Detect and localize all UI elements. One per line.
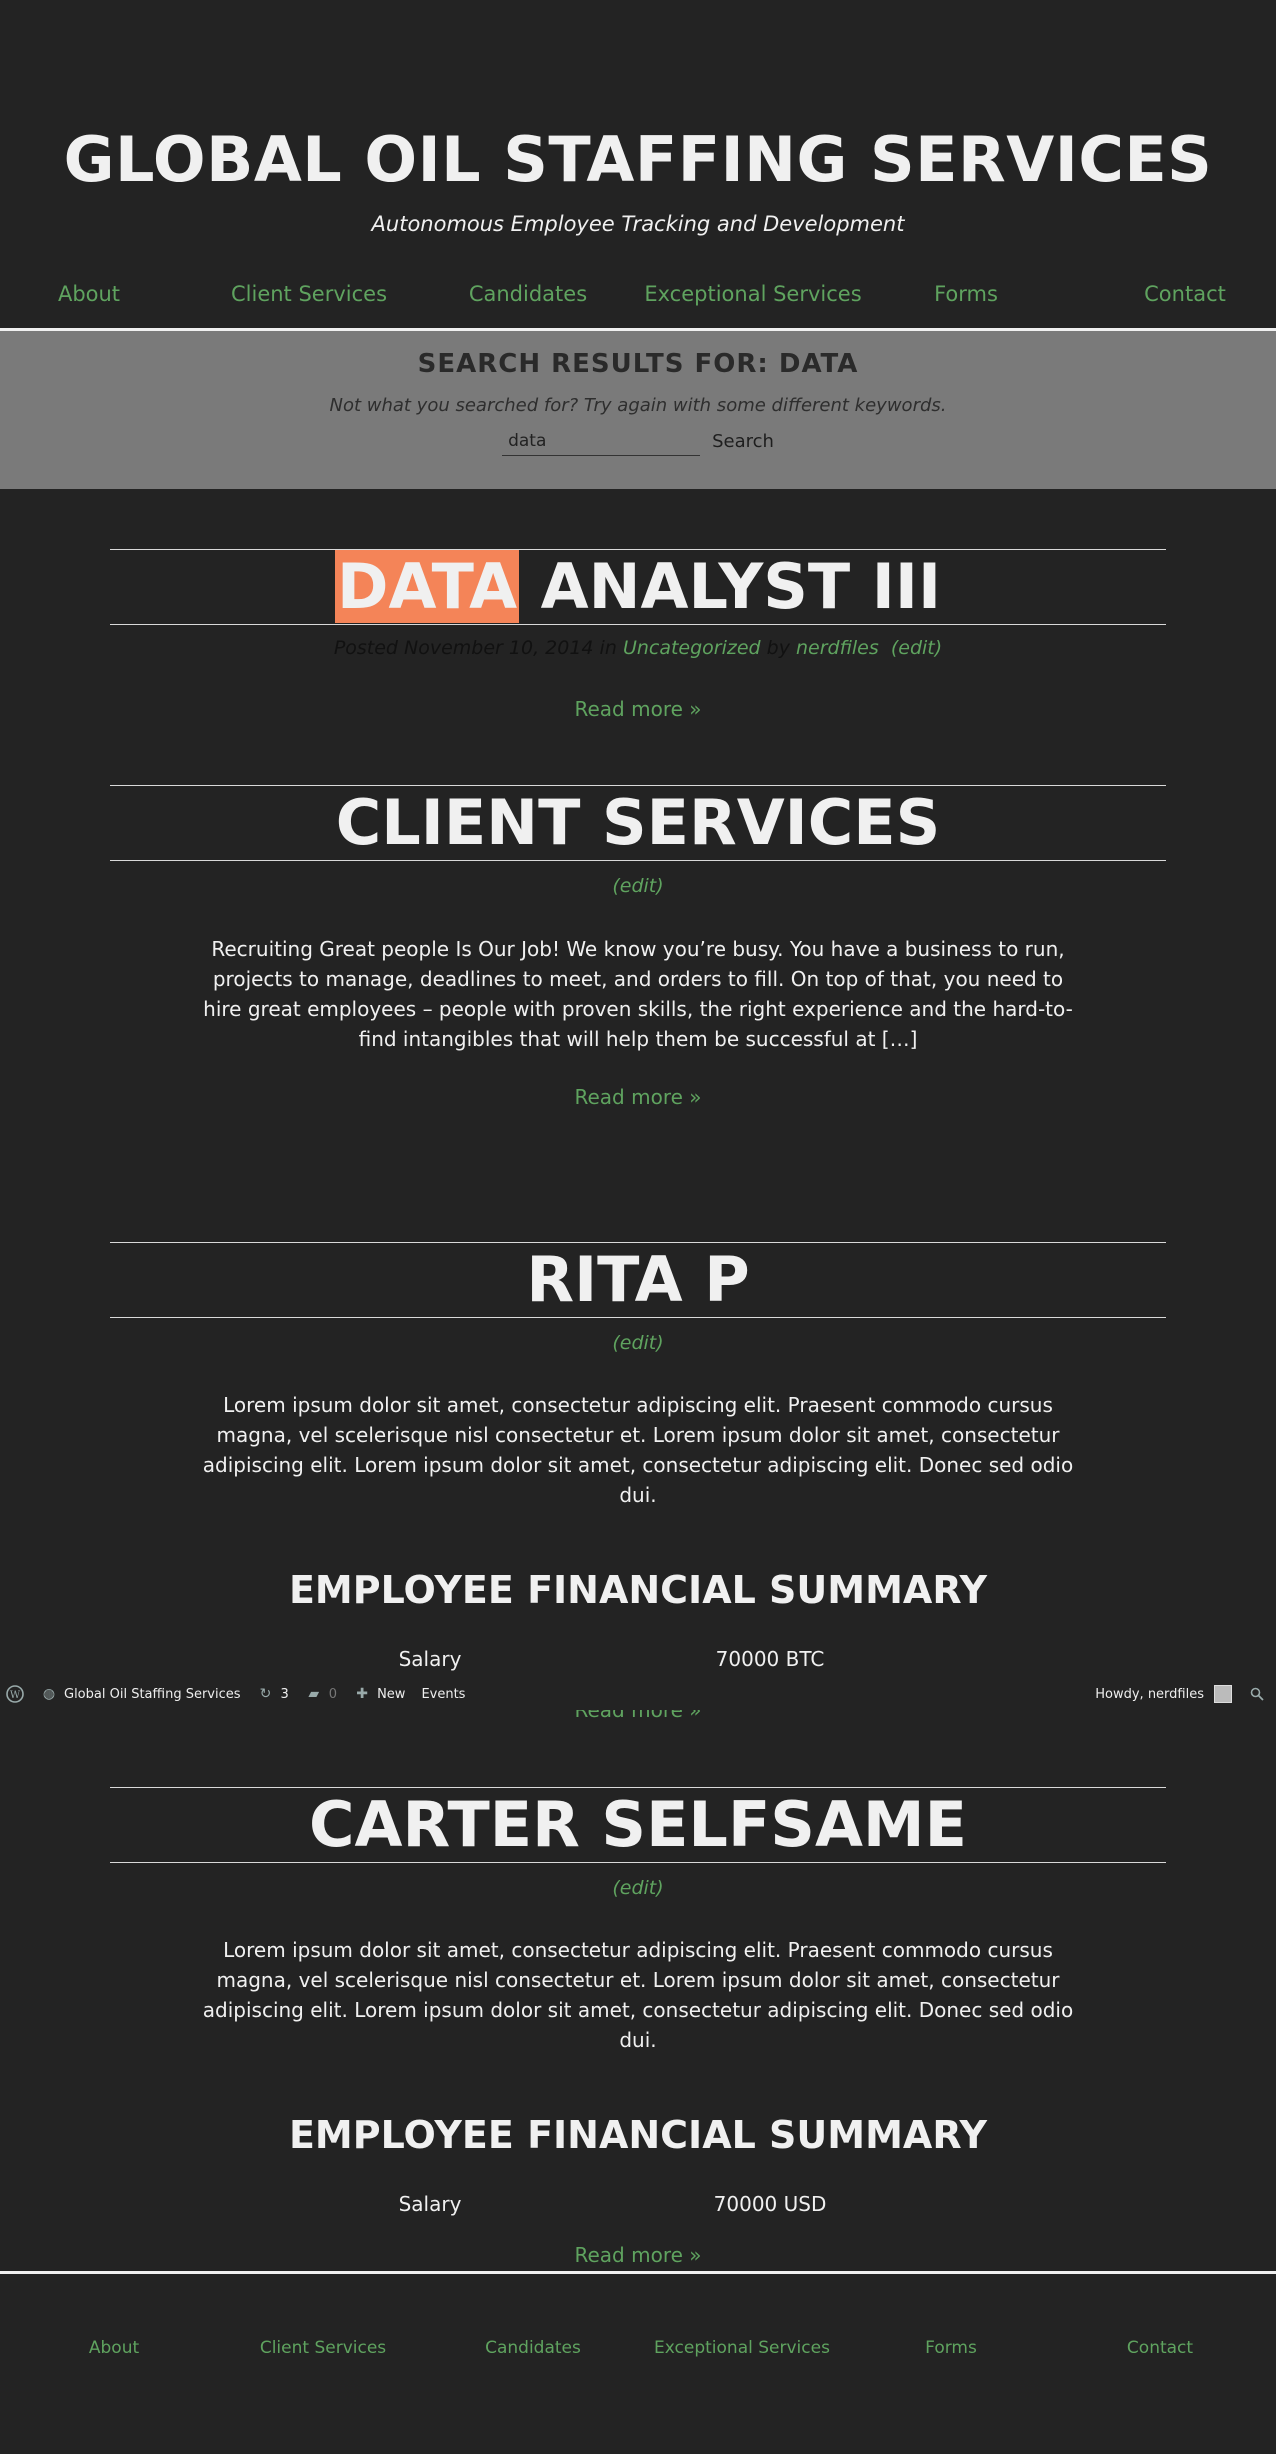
wordpress-logo-button[interactable]: W (6, 1685, 24, 1703)
plus-icon: ✚ (356, 1686, 368, 1702)
search-results-title: SEARCH RESULTS FOR: DATA (417, 349, 859, 379)
svg-text:W: W (10, 1690, 21, 1701)
salary-label: Salary (398, 2192, 462, 2216)
edit-link[interactable]: (edit) (0, 1332, 1276, 1354)
footer-nav-forms[interactable]: Forms (925, 2338, 977, 2358)
salary-label: Salary (398, 1647, 462, 1671)
wordpress-icon: W (6, 1685, 24, 1703)
search-icon[interactable] (1248, 1685, 1266, 1703)
admin-bar-site-link[interactable]: ◍ Global Oil Staffing Services (40, 1685, 241, 1703)
post-title-box: CARTER SELFSAME (110, 1787, 1166, 1863)
post-excerpt: Lorem ipsum dolor sit amet, consectetur … (202, 1938, 1074, 2052)
post-date: Posted November 10, 2014 in (333, 637, 623, 659)
post-title-box: DATA ANALYST III (110, 549, 1166, 625)
comments-count: 0 (328, 1686, 338, 1702)
post-title[interactable]: RITA P (110, 1243, 1166, 1317)
financial-summary-heading: EMPLOYEE FINANCIAL SUMMARY (288, 2113, 988, 2157)
admin-bar-comments[interactable]: ▰ 0 (305, 1685, 337, 1703)
footer-nav-candidates[interactable]: Candidates (485, 2338, 581, 2358)
admin-bar: W ◍ Global Oil Staffing Services ↻ 3 ▰ 0… (0, 1678, 1276, 1710)
howdy-user-menu[interactable]: Howdy, nerdfiles (1095, 1687, 1204, 1702)
search-results-header: SEARCH RESULTS FOR: DATA Not what you se… (0, 331, 1276, 489)
post-title-box: RITA P (110, 1242, 1166, 1318)
comment-icon: ▰ (308, 1686, 320, 1702)
footer-nav-client-services[interactable]: Client Services (260, 2338, 386, 2358)
search-hint: Not what you searched for? Try again wit… (329, 395, 947, 416)
edit-link[interactable]: (edit) (0, 875, 1276, 897)
admin-bar-events[interactable]: Events (421, 1687, 465, 1702)
admin-bar-new[interactable]: ✚ New (353, 1685, 405, 1703)
site-description: Autonomous Employee Tracking and Develop… (371, 212, 905, 236)
edit-link[interactable]: (edit) (0, 1877, 1276, 1899)
post-meta: Posted November 10, 2014 in Uncategorize… (0, 637, 1276, 659)
admin-bar-secondary: Howdy, nerdfiles (1095, 1685, 1266, 1703)
category-link[interactable]: Uncategorized (623, 637, 761, 659)
nav-item-forms[interactable]: Forms (934, 282, 998, 306)
site-title[interactable]: GLOBAL OIL STAFFING SERVICES (0, 124, 1276, 196)
post-title-box: CLIENT SERVICES (110, 785, 1166, 861)
updates-icon: ↻ (259, 1686, 272, 1702)
updates-count: 3 (280, 1686, 289, 1702)
footer-nav-exceptional-services[interactable]: Exceptional Services (654, 2338, 830, 2358)
admin-bar-site-name: Global Oil Staffing Services (64, 1686, 241, 1702)
search-term-highlight: DATA (334, 550, 520, 623)
read-more-link[interactable]: Read more » (0, 697, 1276, 721)
post-title[interactable]: CLIENT SERVICES (110, 786, 1166, 860)
search-button[interactable]: Search (712, 431, 774, 452)
read-more-link[interactable]: Read more » (0, 2243, 1276, 2267)
author-link[interactable]: nerdfiles (796, 637, 879, 659)
footer-nav-contact[interactable]: Contact (1127, 2338, 1193, 2358)
nav-item-exceptional-services[interactable]: Exceptional Services (644, 282, 861, 306)
nav-item-about[interactable]: About (58, 282, 120, 306)
post-title[interactable]: DATA ANALYST III (110, 550, 1166, 624)
main-nav: About Client Services Candidates Excepti… (0, 282, 1276, 320)
salary-value: 70000 BTC (715, 1647, 825, 1671)
edit-link[interactable]: (edit) (891, 637, 942, 659)
admin-bar-updates[interactable]: ↻ 3 (257, 1685, 289, 1703)
post-excerpt: Recruiting Great people Is Our Job! We k… (203, 937, 1073, 1051)
post-title[interactable]: CARTER SELFSAME (110, 1788, 1166, 1862)
footer-divider (0, 2271, 1276, 2274)
avatar[interactable] (1214, 1685, 1232, 1703)
footer-nav-about[interactable]: About (89, 2338, 139, 2358)
salary-value: 70000 USD (713, 2192, 827, 2216)
nav-item-client-services[interactable]: Client Services (231, 282, 387, 306)
read-more-link[interactable]: Read more » (0, 1085, 1276, 1109)
financial-summary-heading: EMPLOYEE FINANCIAL SUMMARY (288, 1568, 988, 1612)
dashboard-icon: ◍ (42, 1686, 56, 1702)
admin-bar-new-label: New (377, 1686, 406, 1702)
post-excerpt: Lorem ipsum dolor sit amet, consectetur … (202, 1393, 1074, 1507)
site-header: GLOBAL OIL STAFFING SERVICES Autonomous … (0, 0, 1276, 237)
post-title-rest: ANALYST III (519, 550, 942, 623)
admin-bar-events-label: Events (421, 1686, 466, 1702)
nav-item-contact[interactable]: Contact (1144, 282, 1226, 306)
post-by: by (760, 637, 797, 659)
nav-item-candidates[interactable]: Candidates (469, 282, 587, 306)
search-input[interactable] (502, 426, 701, 456)
search-form: Search (0, 426, 1276, 456)
